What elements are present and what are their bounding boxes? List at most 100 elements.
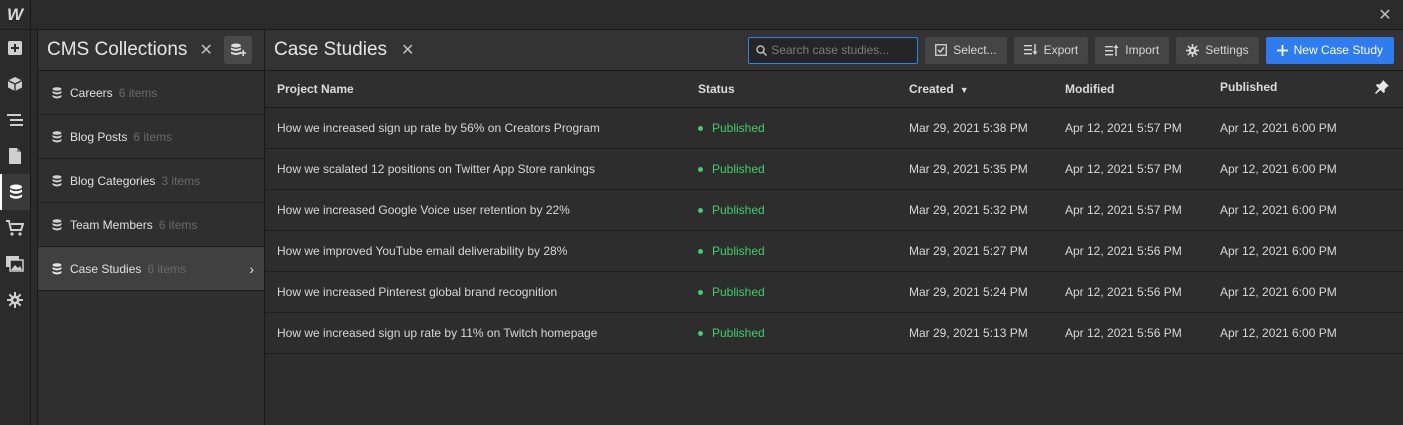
status-dot-icon (698, 330, 703, 336)
table-row[interactable]: How we increased Pinterest global brand … (265, 271, 1403, 313)
created-cell: Mar 29, 2021 5:13 PM (896, 312, 1052, 354)
search-input[interactable] (771, 43, 912, 57)
new-case-study-button[interactable]: New Case Study (1265, 36, 1394, 64)
webflow-logo: W (0, 0, 30, 30)
import-label: Import (1125, 43, 1160, 57)
published-cell: Apr 12, 2021 6:00 PM (1208, 189, 1403, 231)
collection-count: 6 items (147, 261, 187, 276)
export-button[interactable]: Export (1013, 36, 1089, 64)
column-header-status[interactable]: Status (686, 71, 896, 108)
project-name-cell: How we increased Google Voice user reten… (265, 189, 686, 231)
status-badge: Published (698, 162, 765, 176)
created-cell: Mar 29, 2021 5:35 PM (896, 148, 1052, 190)
database-icon (52, 174, 62, 187)
table-row[interactable]: How we increased sign up rate by 11% on … (265, 312, 1403, 354)
assets-images-icon[interactable] (0, 246, 30, 282)
status-dot-icon (698, 166, 703, 172)
settings-label: Settings (1205, 43, 1249, 57)
collections-title: CMS Collections (47, 39, 188, 60)
left-icon-rail: W (0, 0, 31, 425)
status-cell: Published (686, 271, 896, 313)
status-badge: Published (698, 203, 765, 217)
status-cell: Published (686, 148, 896, 190)
collection-item-blog-categories[interactable]: Blog Categories 3 items (38, 159, 264, 203)
collection-name: Blog Categories (70, 173, 156, 188)
pages-icon[interactable] (0, 138, 30, 174)
published-cell: Apr 12, 2021 6:00 PM (1208, 312, 1403, 354)
published-cell: Apr 12, 2021 6:00 PM (1208, 230, 1403, 272)
collection-count: 3 items (161, 173, 201, 188)
modified-cell: Apr 12, 2021 5:56 PM (1052, 271, 1208, 313)
published-cell: Apr 12, 2021 6:00 PM (1208, 271, 1403, 313)
collection-name: Careers (70, 85, 113, 100)
project-name-cell: How we scalated 12 positions on Twitter … (265, 148, 686, 190)
case-studies-panel: Case Studies ✕ Select... Export Import S… (265, 30, 1403, 425)
collection-item-team-members[interactable]: Team Members 6 items (38, 203, 264, 247)
table-row[interactable]: How we improved YouTube email deliverabi… (265, 230, 1403, 272)
collection-name: Team Members (70, 217, 153, 232)
page-title: Case Studies (274, 39, 388, 60)
collection-count: 6 items (158, 217, 198, 232)
close-collections-icon[interactable]: ✕ (199, 40, 212, 60)
column-header-project-name[interactable]: Project Name (265, 71, 686, 108)
search-box[interactable] (748, 36, 919, 64)
collection-name: Case Studies (70, 261, 142, 276)
search-icon (756, 44, 768, 56)
project-name-cell: How we improved YouTube email deliverabi… (265, 230, 686, 272)
table-row[interactable]: How we increased Google Voice user reten… (265, 189, 1403, 231)
settings-button[interactable]: Settings (1176, 36, 1259, 64)
chevron-right-icon: › (249, 260, 254, 277)
add-panel-icon[interactable] (0, 30, 30, 66)
collection-item-case-studies[interactable]: Case Studies 6 items › (38, 247, 264, 291)
symbols-cube-icon[interactable] (0, 66, 30, 102)
status-dot-icon (698, 248, 703, 254)
created-cell: Mar 29, 2021 5:32 PM (896, 189, 1052, 231)
status-dot-icon (698, 207, 703, 213)
modified-cell: Apr 12, 2021 5:56 PM (1052, 312, 1208, 354)
navigator-icon[interactable] (0, 102, 30, 138)
table-row[interactable]: How we increased sign up rate by 56% on … (265, 107, 1403, 149)
status-cell: Published (686, 189, 896, 231)
select-button[interactable]: Select... (925, 36, 1007, 64)
add-collection-icon (230, 43, 246, 56)
settings-gear-icon[interactable] (0, 282, 30, 318)
created-cell: Mar 29, 2021 5:24 PM (896, 271, 1052, 313)
cms-collections-panel: CMS Collections ✕ Careers 6 items Blog P… (37, 30, 265, 425)
project-name-cell: How we increased sign up rate by 56% on … (265, 107, 686, 149)
select-label: Select... (953, 43, 997, 57)
collections-header: CMS Collections ✕ (38, 30, 264, 71)
export-icon (1023, 44, 1038, 55)
close-panel-icon[interactable]: ✕ (1375, 5, 1395, 25)
table-row[interactable]: How we scalated 12 positions on Twitter … (265, 148, 1403, 190)
cms-database-icon[interactable] (0, 174, 30, 210)
collection-name: Blog Posts (70, 129, 128, 144)
status-badge: Published (698, 285, 765, 299)
status-dot-icon (698, 289, 703, 295)
ecommerce-cart-icon[interactable] (0, 210, 30, 246)
pin-icon[interactable] (1375, 80, 1389, 97)
gear-icon (1186, 43, 1200, 57)
toolbar: Select... Export Import Settings New Cas… (748, 36, 1403, 64)
database-icon (52, 86, 62, 99)
database-icon (52, 130, 62, 143)
add-collection-button[interactable] (223, 36, 252, 64)
status-cell: Published (686, 312, 896, 354)
new-case-study-label: New Case Study (1293, 43, 1383, 57)
import-icon (1105, 44, 1119, 56)
project-name-cell: How we increased Pinterest global brand … (265, 271, 686, 313)
collection-item-blog-posts[interactable]: Blog Posts 6 items (38, 115, 264, 159)
status-badge: Published (698, 244, 765, 258)
close-case-studies-icon[interactable]: ✕ (401, 40, 414, 60)
top-bar: ✕ (31, 0, 1403, 30)
column-header-published[interactable]: Published (1208, 71, 1403, 108)
created-cell: Mar 29, 2021 5:38 PM (896, 107, 1052, 149)
column-header-created[interactable]: Created ▼ (896, 71, 1052, 108)
plus-icon (1276, 44, 1288, 56)
column-header-modified[interactable]: Modified (1052, 71, 1208, 108)
collection-count: 6 items (118, 85, 158, 100)
collection-item-careers[interactable]: Careers 6 items (38, 71, 264, 115)
import-button[interactable]: Import (1095, 36, 1170, 64)
status-cell: Published (686, 230, 896, 272)
status-badge: Published (698, 121, 765, 135)
published-cell: Apr 12, 2021 6:00 PM (1208, 107, 1403, 149)
